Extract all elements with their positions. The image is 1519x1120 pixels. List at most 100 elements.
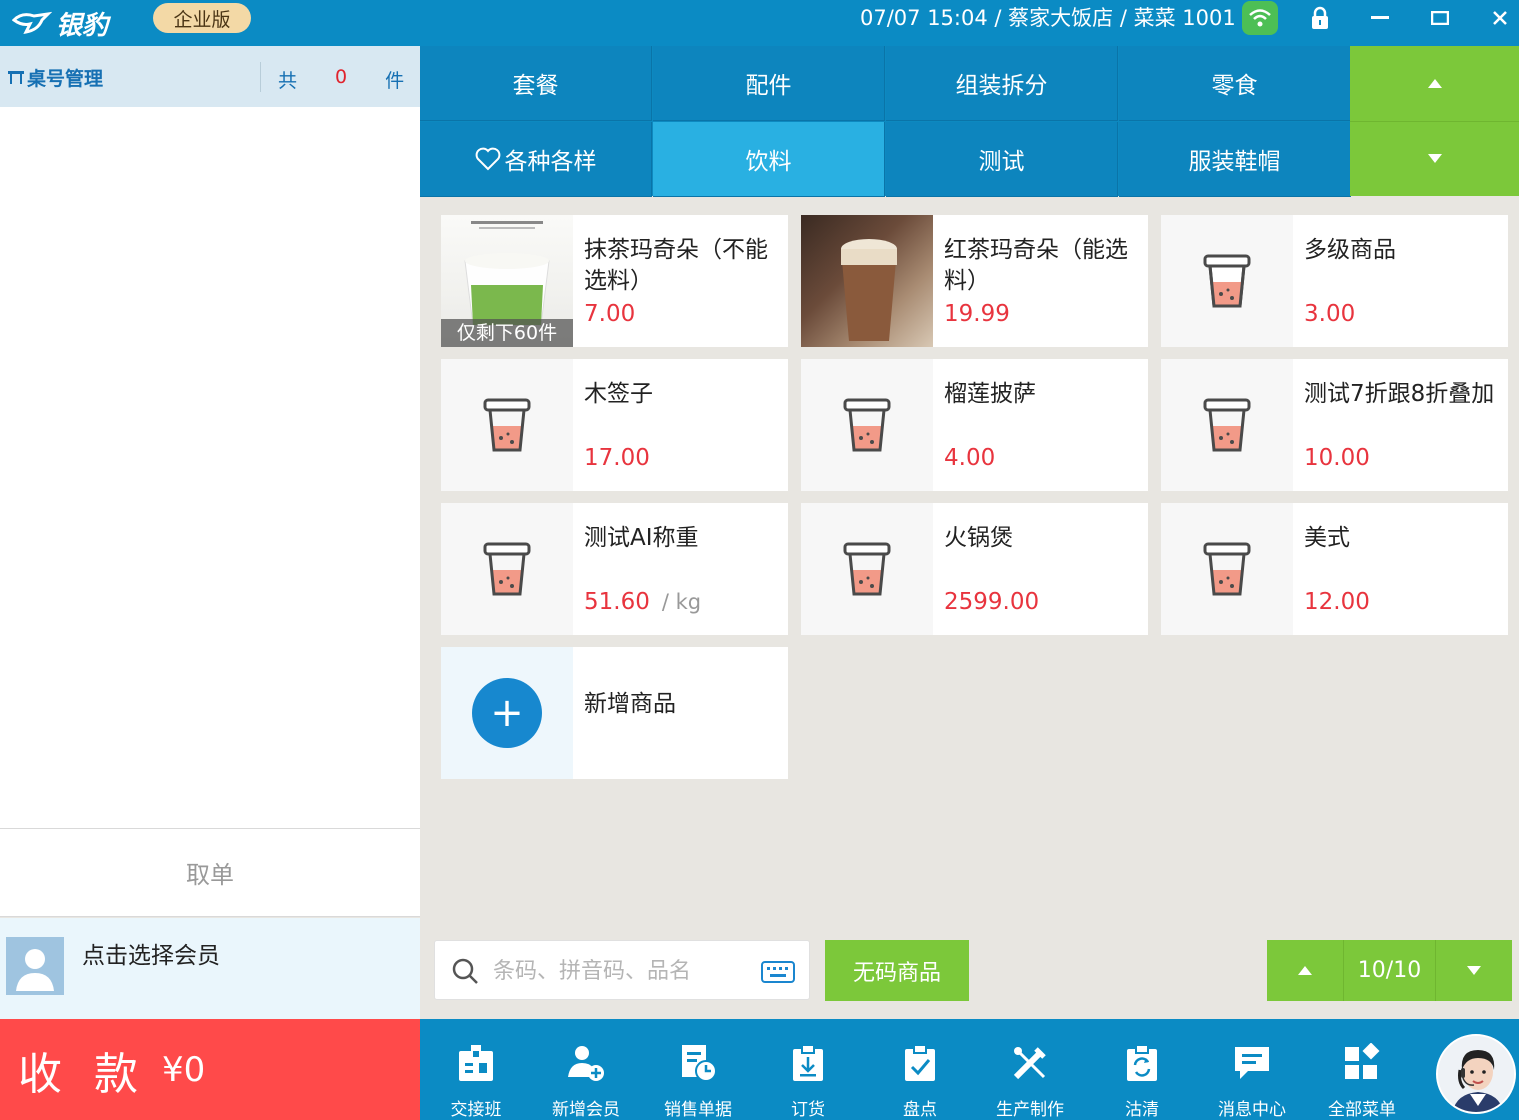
price-value: 51.60	[584, 589, 650, 615]
product-name: 木签子	[584, 381, 653, 407]
divider	[260, 62, 261, 92]
category-tab[interactable]: 各种各样	[420, 122, 652, 197]
product-card[interactable]: 火锅煲 2599.00	[801, 503, 1148, 635]
toolbar-label: 全部菜单	[1328, 1100, 1396, 1120]
search-box	[434, 940, 810, 1000]
handover-button[interactable]: 交接班	[426, 1043, 526, 1120]
production-button[interactable]: 生产制作	[980, 1043, 1080, 1120]
handover-icon	[459, 1045, 493, 1081]
page-up-button[interactable]	[1267, 940, 1343, 1001]
product-card[interactable]: 测试AI称重 51.60 / kg	[441, 503, 788, 635]
retrieve-order-button[interactable]: 取单	[0, 828, 420, 917]
category-tab[interactable]: 组装拆分	[886, 46, 1118, 121]
order-icon	[793, 1044, 823, 1081]
close-button[interactable]	[1478, 0, 1519, 36]
wifi-icon[interactable]	[1242, 1, 1278, 35]
cart-header: 桌号管理 共 0 件	[0, 46, 420, 107]
lock-icon[interactable]	[1298, 0, 1342, 36]
member-select-label: 点击选择会员	[82, 943, 220, 969]
product-name: 榴莲披萨	[944, 381, 1036, 407]
maximize-button[interactable]	[1418, 0, 1462, 36]
category-label: 各种各样	[504, 149, 597, 175]
toolbar-label: 生产制作	[996, 1100, 1064, 1120]
sold-out-button[interactable]: 沽清	[1092, 1043, 1192, 1120]
toolbar-label: 销售单据	[664, 1100, 732, 1120]
product-card[interactable]: 木签子 17.00	[441, 359, 788, 491]
product-image: 仅剩下60件	[441, 215, 573, 347]
category-tabs: 套餐 配件 组装拆分 零食 各种各样 饮料 测试 服装鞋帽	[420, 46, 1351, 197]
product-card[interactable]: 测试7折跟8折叠加 10.00	[1161, 359, 1508, 491]
pager: 10/10	[1267, 940, 1512, 1001]
category-tab[interactable]: 服装鞋帽	[1119, 122, 1351, 197]
product-price: 17.00	[584, 445, 650, 471]
category-tab-active[interactable]: 饮料	[653, 122, 885, 197]
toolbar-label: 消息中心	[1218, 1100, 1286, 1120]
product-price: 10.00	[1304, 445, 1370, 471]
inventory-check-button[interactable]: 盘点	[870, 1043, 970, 1120]
product-price: 3.00	[1304, 301, 1356, 327]
triangle-up-icon	[1298, 966, 1312, 975]
page-indicator: 10/10	[1343, 940, 1436, 1001]
toolbar-label: 沽清	[1125, 1100, 1159, 1120]
minimize-button[interactable]	[1358, 0, 1402, 36]
product-card[interactable]: 仅剩下60件 抹茶玛奇朵（不能选料） 7.00	[441, 215, 788, 347]
product-card[interactable]: 美式 12.00	[1161, 503, 1508, 635]
product-price: 7.00	[584, 301, 636, 327]
message-center-button[interactable]: 消息中心	[1202, 1043, 1302, 1120]
app-logo: 银豹	[12, 4, 108, 42]
customer-service-avatar[interactable]	[1436, 1034, 1516, 1114]
store-info: 07/07 15:04 / 蔡家大饭店 / 菜菜 1001	[860, 6, 1236, 30]
product-name: 测试7折跟8折叠加	[1304, 381, 1495, 407]
heart-icon	[475, 147, 500, 171]
product-card[interactable]: 榴莲披萨 4.00	[801, 359, 1148, 491]
product-price: 2599.00	[944, 589, 1040, 615]
count-suffix: 件	[385, 70, 405, 92]
product-card[interactable]: 红茶玛奇朵（能选料） 19.99	[801, 215, 1148, 347]
category-tab[interactable]: 套餐	[420, 46, 652, 121]
count-prefix: 共	[278, 70, 298, 92]
logo-text: 银豹	[56, 10, 109, 41]
product-card[interactable]: 多级商品 3.00	[1161, 215, 1508, 347]
add-product-label: 新增商品	[584, 691, 676, 717]
triangle-down-icon	[1467, 966, 1481, 975]
all-menu-button[interactable]: 全部菜单	[1312, 1043, 1412, 1120]
search-input[interactable]	[493, 953, 733, 989]
keyboard-icon[interactable]	[761, 961, 795, 983]
category-label: 零食	[1211, 73, 1258, 99]
cup-icon	[801, 503, 933, 635]
category-up-button[interactable]	[1350, 46, 1519, 121]
page-down-button[interactable]	[1436, 940, 1512, 1001]
cup-icon	[1161, 215, 1293, 347]
no-barcode-item-button[interactable]: 无码商品	[825, 940, 969, 1001]
toolbar-label: 盘点	[903, 1100, 937, 1120]
search-icon	[452, 958, 478, 984]
category-tab[interactable]: 零食	[1119, 46, 1351, 121]
add-product-card[interactable]: + 新增商品	[441, 647, 788, 779]
category-label: 饮料	[745, 149, 792, 175]
triangle-down-icon	[1427, 154, 1442, 163]
category-scroll	[1350, 46, 1519, 196]
category-label: 套餐	[512, 73, 559, 99]
product-price: 4.00	[944, 445, 996, 471]
table-icon	[7, 68, 27, 90]
category-tab[interactable]: 测试	[886, 122, 1118, 197]
category-tab[interactable]: 配件	[653, 46, 885, 121]
price-unit: / kg	[661, 590, 702, 614]
member-select[interactable]: 点击选择会员	[0, 918, 420, 1019]
item-count: 共 0 件	[278, 66, 404, 93]
leopard-logo-icon	[12, 11, 52, 34]
message-icon	[1235, 1047, 1269, 1079]
order-goods-button[interactable]: 订货	[758, 1043, 858, 1120]
product-price: 12.00	[1304, 589, 1370, 615]
checkout-button[interactable]: 收款 ¥0	[0, 1019, 420, 1120]
cup-icon	[1161, 359, 1293, 491]
edition-badge: 企业版	[153, 3, 251, 33]
category-label: 组装拆分	[955, 73, 1048, 99]
table-management-button[interactable]: 桌号管理	[7, 64, 103, 91]
sales-documents-button[interactable]: 销售单据	[648, 1043, 748, 1120]
add-member-button[interactable]: 新增会员	[536, 1043, 636, 1120]
product-price: 19.99	[944, 301, 1010, 327]
bottom-toolbar: 交接班 新增会员 销售单据 订货 盘点 生产制作 沽清 消息中心 全部菜单	[420, 1019, 1519, 1120]
add-member-icon	[568, 1046, 604, 1081]
category-down-button[interactable]	[1350, 121, 1519, 196]
